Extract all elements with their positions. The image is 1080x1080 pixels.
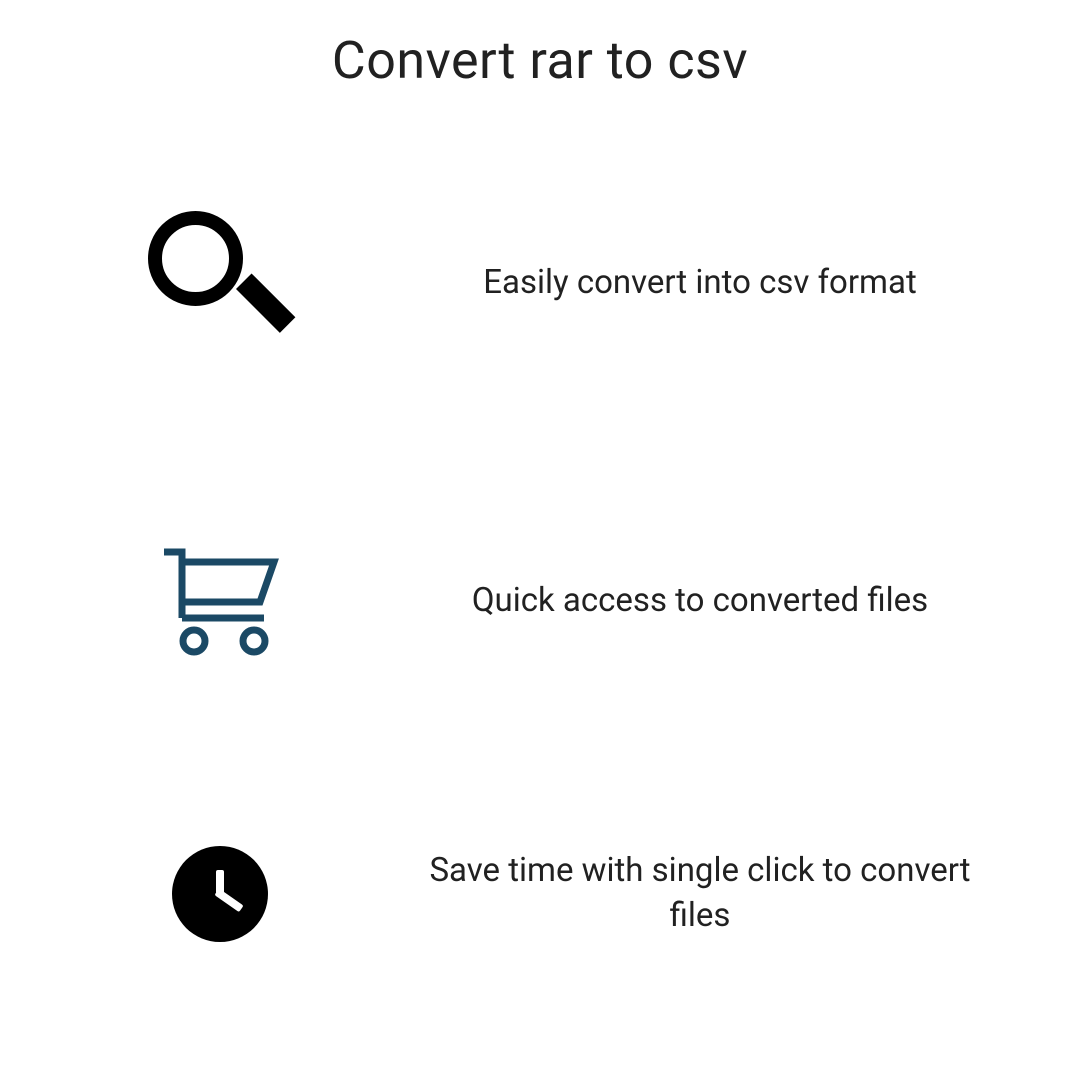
icon-cell <box>60 211 380 356</box>
page-title: Convert rar to csv <box>60 30 1020 91</box>
clock-icon <box>172 846 268 942</box>
icon-cell <box>60 846 380 942</box>
feature-text: Easily convert into csv format <box>380 261 1020 306</box>
search-icon <box>148 211 293 356</box>
feature-text: Save time with single click to convert f… <box>380 849 1020 938</box>
feature-row: Quick access to converted files <box>60 546 1020 656</box>
feature-row: Save time with single click to convert f… <box>60 846 1020 942</box>
cart-icon <box>160 546 280 656</box>
feature-text: Quick access to converted files <box>380 579 1020 624</box>
icon-cell <box>60 546 380 656</box>
page-container: Convert rar to csv Easily convert into c… <box>0 0 1080 1080</box>
feature-row: Easily convert into csv format <box>60 211 1020 356</box>
